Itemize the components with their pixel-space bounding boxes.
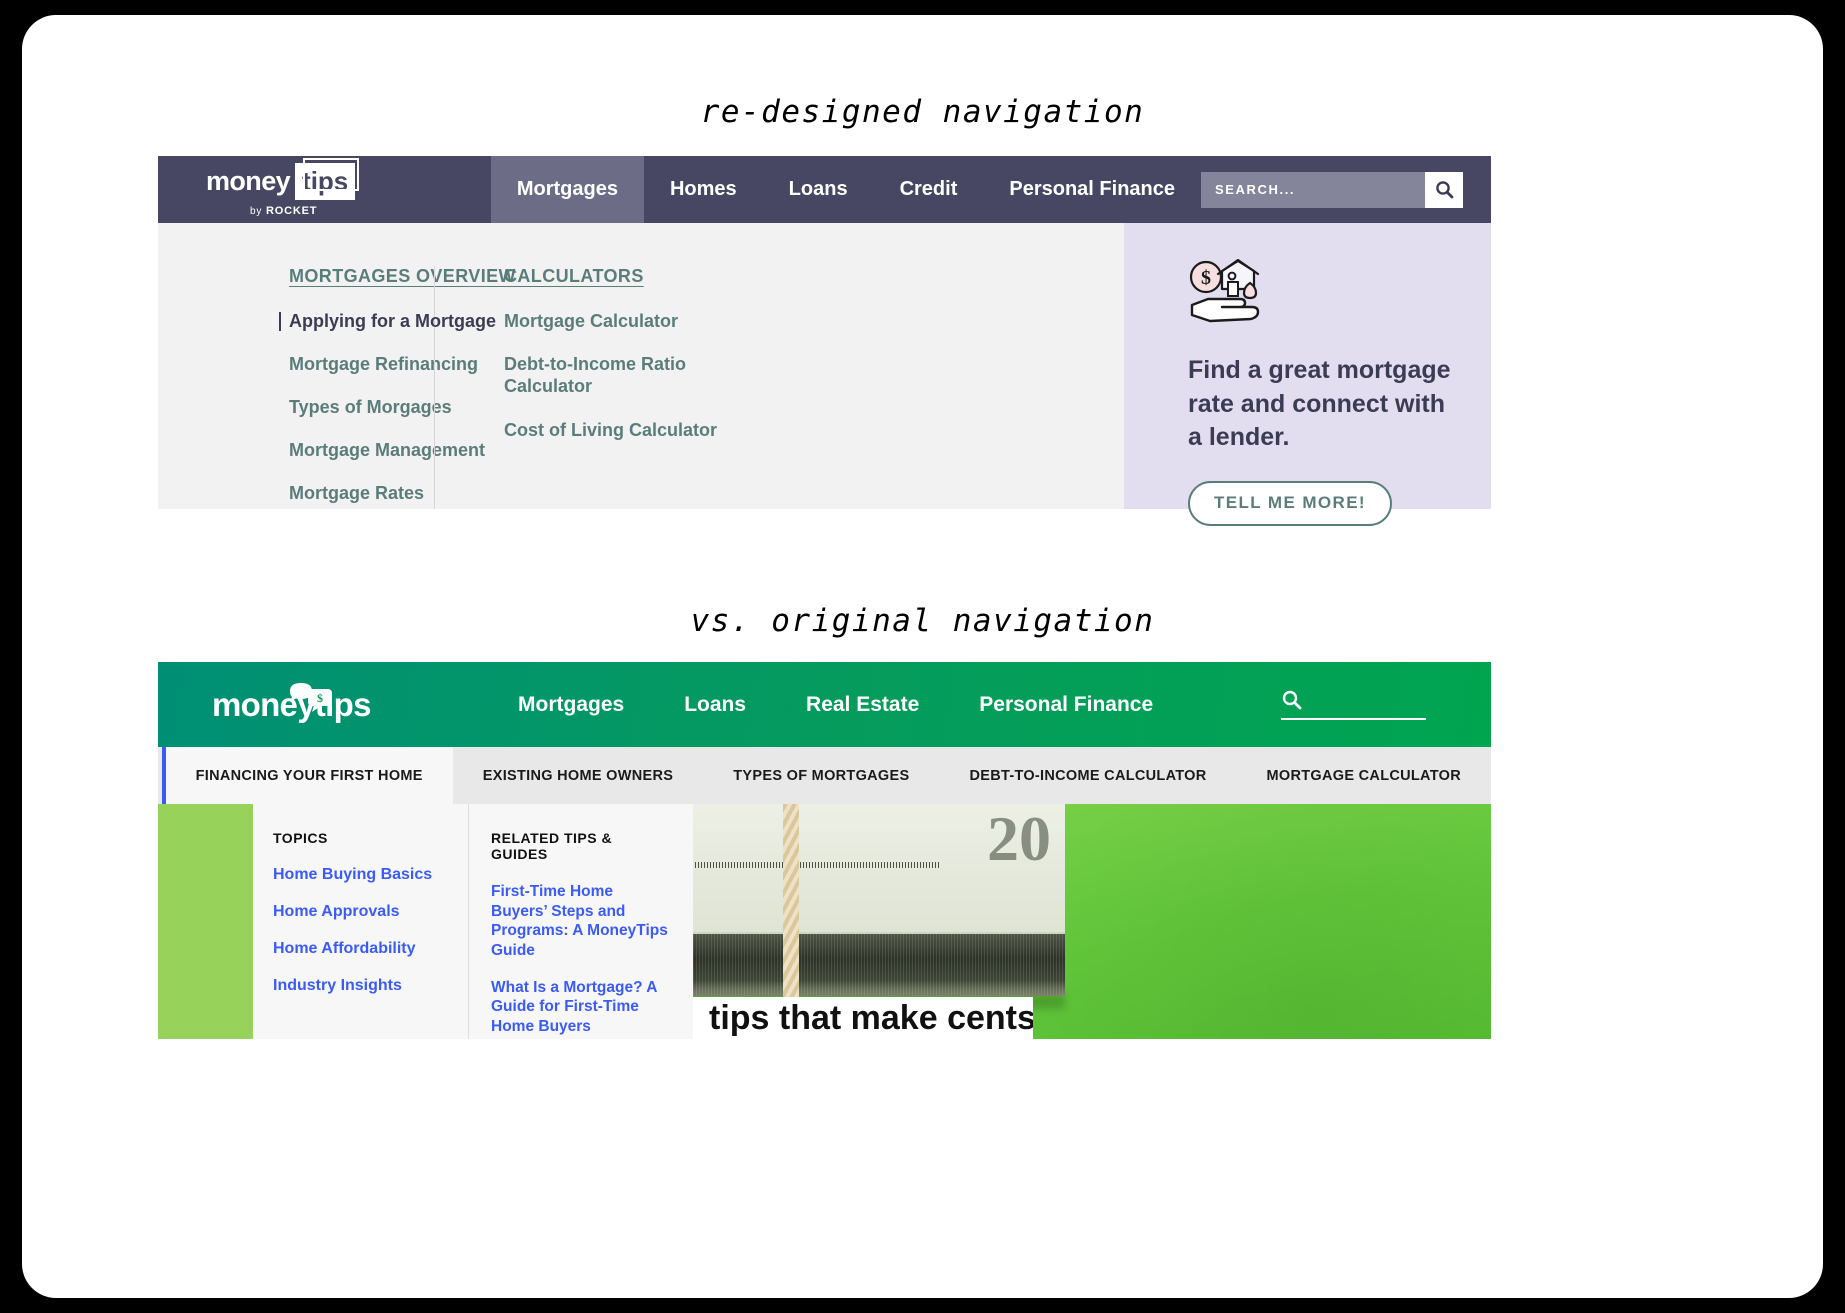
nav-item-credit[interactable]: Credit xyxy=(874,156,984,223)
related-first-time-home-buyers-guide[interactable]: First-Time Home Buyers’ Steps and Progra… xyxy=(491,882,671,961)
promo-panel: $ Find a great mortgage rate and connect… xyxy=(1124,223,1491,526)
column-calculators: CALCULATORS Mortgage Calculator Debt-to-… xyxy=(434,266,1054,509)
rubber-band xyxy=(783,804,799,1010)
tab-existing-home-owners[interactable]: EXISTING HOME OWNERS xyxy=(452,747,704,804)
new-nav-bar: money tips by ROCKET Mortgages Homes Loa… xyxy=(158,156,1491,223)
tab-mortgage-calculator[interactable]: MORTGAGE CALCULATOR xyxy=(1236,747,1491,804)
promo-image-caption-box: tips that make cents xyxy=(693,997,1033,1039)
old-nav-search[interactable] xyxy=(1281,662,1491,747)
old-nav-item-loans[interactable]: Loans xyxy=(654,693,776,717)
nav-item-homes[interactable]: Homes xyxy=(644,156,763,223)
house-in-hand-with-dollar-icon: $ xyxy=(1189,258,1260,323)
logo-word-tips: tips xyxy=(295,157,360,200)
panel-promo-image[interactable]: EH6 H8 20 tips that make cents xyxy=(693,804,1491,1039)
menu-item-mortgage-management[interactable]: Mortgage Management xyxy=(289,440,485,461)
bill-border-pattern xyxy=(693,862,941,868)
menu-item-types-of-mortgages[interactable]: Types of Morgages xyxy=(289,397,452,418)
rolled-dollar-bill-photo: EH6 H8 20 xyxy=(693,804,1065,1014)
column-heading-calculators[interactable]: CALCULATORS xyxy=(504,266,1054,287)
menu-item-mortgage-refinancing[interactable]: Mortgage Refinancing xyxy=(289,354,478,375)
logo-wordmark: money tips xyxy=(206,157,491,200)
nav-item-personal-finance[interactable]: Personal Finance xyxy=(983,156,1201,223)
speech-bubble-dollar-icon: $ xyxy=(290,683,332,712)
bill-face: EH6 H8 20 xyxy=(693,804,1065,934)
menu-item-mortgage-calculator[interactable]: Mortgage Calculator xyxy=(504,311,1054,332)
search-input[interactable] xyxy=(1201,171,1425,208)
mortgages-dropdown-panel: MORTGAGES OVERVIEW Applying for a Mortga… xyxy=(158,223,1491,526)
menu-item-cost-of-living-calculator[interactable]: Cost of Living Calculator xyxy=(504,420,1054,441)
original-navigation: $ moneytips Mortgages Loans Real Estate … xyxy=(158,662,1491,1039)
dropdown-columns: MORTGAGES OVERVIEW Applying for a Mortga… xyxy=(158,223,1124,509)
topic-home-approvals[interactable]: Home Approvals xyxy=(273,903,468,921)
menu-item-mortgage-rates[interactable]: Mortgage Rates xyxy=(289,483,434,504)
svg-text:$: $ xyxy=(1201,267,1211,289)
old-search-underline xyxy=(1281,718,1426,720)
bill-roll xyxy=(693,934,1065,996)
topic-industry-insights[interactable]: Industry Insights xyxy=(273,977,468,995)
column-mortgages-overview: MORTGAGES OVERVIEW Applying for a Mortga… xyxy=(158,266,516,509)
column-related-tips-and-guides: RELATED TIPS & GUIDES First-Time Home Bu… xyxy=(468,804,693,1039)
nav-item-mortgages[interactable]: Mortgages xyxy=(490,156,644,223)
tab-financing-your-first-home[interactable]: FINANCING YOUR FIRST HOME xyxy=(161,747,453,804)
column-topics: TOPICS Home Buying Basics Home Approvals… xyxy=(253,804,468,1039)
old-dropdown-panel: TOPICS Home Buying Basics Home Approvals… xyxy=(158,804,1491,1039)
column-heading-related-tips-and-guides: RELATED TIPS & GUIDES xyxy=(491,830,613,862)
moneytips-logo[interactable]: $ moneytips xyxy=(158,662,488,747)
tab-types-of-mortgages[interactable]: TYPES OF MORTGAGES xyxy=(703,747,940,804)
old-nav-tabs: FINANCING YOUR FIRST HOME EXISTING HOME … xyxy=(158,747,1491,804)
svg-text:$: $ xyxy=(317,691,323,705)
caption-original-navigation: vs. original navigation xyxy=(690,603,1155,639)
promo-heading: Find a great mortgage rate and connect w… xyxy=(1188,356,1451,451)
topic-home-affordability[interactable]: Home Affordability xyxy=(273,940,468,958)
menu-item-debt-to-income-ratio-calculator[interactable]: Debt-to-Income Ratio Calculator xyxy=(504,354,704,398)
new-nav-links: Mortgages Homes Loans Credit Personal Fi… xyxy=(490,156,1201,223)
caption-redesigned-navigation: re-designed navigation xyxy=(700,94,1145,130)
old-nav-item-mortgages[interactable]: Mortgages xyxy=(488,693,654,717)
logo-by-label: by xyxy=(250,205,263,217)
nav-item-loans[interactable]: Loans xyxy=(763,156,874,223)
logo-rocket-label: ROCKET xyxy=(266,204,318,217)
search-button[interactable] xyxy=(1425,171,1463,208)
column-heading-topics: TOPICS xyxy=(273,830,328,846)
old-nav-links: Mortgages Loans Real Estate Personal Fin… xyxy=(488,662,1281,747)
tab-debt-to-income-calculator[interactable]: DEBT-TO-INCOME CALCULATOR xyxy=(939,747,1237,804)
search-icon xyxy=(1435,181,1453,199)
search-box xyxy=(1201,171,1463,208)
old-nav-bar: $ moneytips Mortgages Loans Real Estate … xyxy=(158,662,1491,747)
topic-home-buying-basics[interactable]: Home Buying Basics xyxy=(273,866,468,884)
redesigned-navigation: money tips by ROCKET Mortgages Homes Loa… xyxy=(158,156,1491,526)
promo-image-caption-text: tips that make cents xyxy=(709,999,1033,1037)
new-nav-search xyxy=(1201,156,1491,223)
related-what-is-a-mortgage[interactable]: What Is a Mortgage? A Guide for First-Ti… xyxy=(491,978,671,1037)
logo-by-rocket: by ROCKET xyxy=(250,205,491,217)
search-icon xyxy=(1282,690,1302,710)
tell-me-more-button[interactable]: TELL ME MORE! xyxy=(1188,480,1392,526)
menu-item-applying-for-a-mortgage[interactable]: Applying for a Mortgage xyxy=(279,311,496,332)
bill-denomination-numeral: 20 xyxy=(987,804,1051,874)
panel-left-rail xyxy=(158,804,253,1039)
old-nav-item-real-estate[interactable]: Real Estate xyxy=(776,693,949,717)
moneytips-rocket-logo[interactable]: money tips by ROCKET xyxy=(158,156,491,223)
old-nav-item-personal-finance[interactable]: Personal Finance xyxy=(949,693,1183,717)
column-heading-mortgages-overview[interactable]: MORTGAGES OVERVIEW xyxy=(289,266,516,287)
logo-word-money: money xyxy=(206,165,291,196)
screenshot-frame: re-designed navigation money tips by ROC… xyxy=(22,15,1823,1298)
